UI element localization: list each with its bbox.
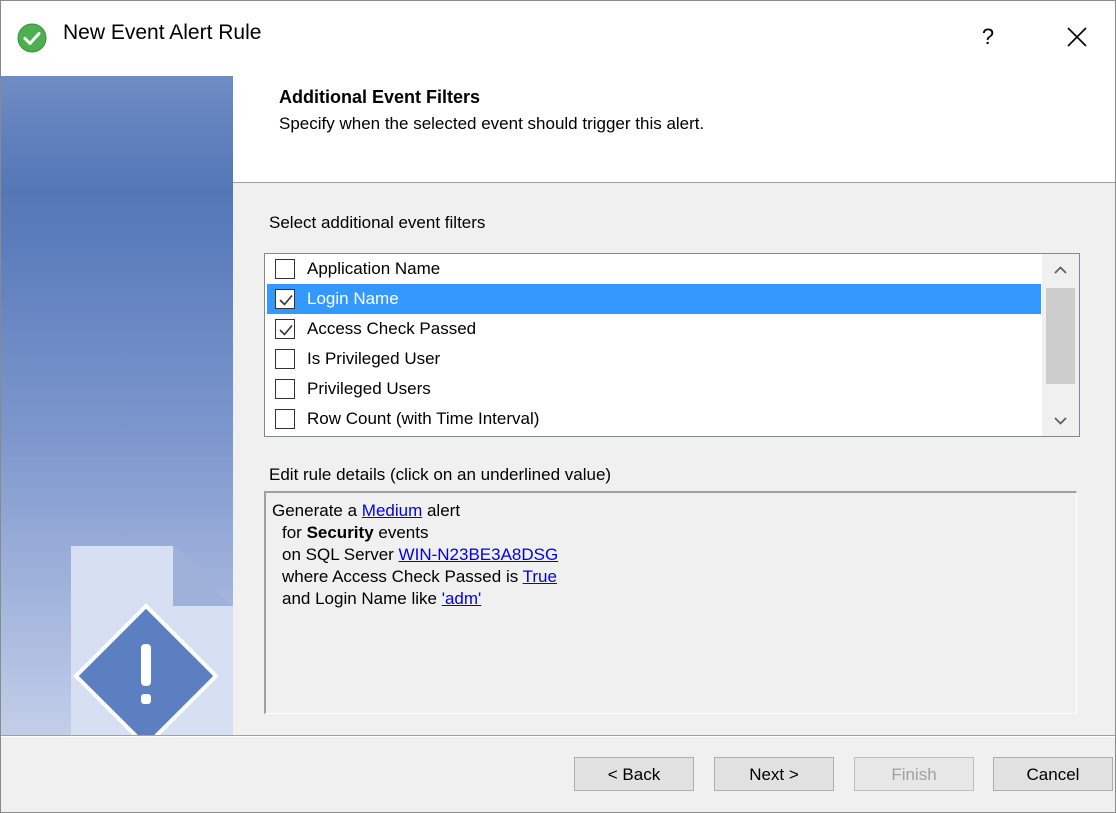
filter-item-is-privileged-user[interactable]: Is Privileged User (267, 344, 1041, 374)
rule-line-severity: Generate a Medium alert (272, 500, 1076, 522)
server-link[interactable]: WIN-N23BE3A8DSG (399, 545, 559, 564)
green-check-circle-icon (17, 23, 47, 53)
cancel-button[interactable]: Cancel (993, 757, 1113, 791)
title-bar: New Event Alert Rule ? (1, 1, 1115, 76)
rule-text: on SQL Server (282, 545, 399, 564)
filter-item-row-count[interactable]: Row Count (with Time Interval) (267, 404, 1041, 434)
filter-item-login-name[interactable]: Login Name (267, 284, 1041, 314)
help-icon: ? (981, 24, 995, 49)
filter-item-application-name[interactable]: Application Name (267, 254, 1041, 284)
severity-link[interactable]: Medium (362, 501, 422, 520)
finish-button[interactable]: Finish (854, 757, 974, 791)
filter-item-label: Application Name (307, 259, 441, 278)
filter-item-access-check-passed[interactable]: Access Check Passed (267, 314, 1041, 344)
filters-label: Select additional event filters (269, 213, 486, 232)
footer-separator (1, 735, 1115, 737)
rule-details-label: Edit rule details (click on an underline… (269, 465, 612, 484)
rule-text: where Access Check Passed is (282, 567, 523, 586)
rule-text: for (282, 523, 307, 542)
dialog-window: New Event Alert Rule ? Additional Event … (0, 0, 1116, 813)
event-type-value: Security (306, 523, 374, 542)
wizard-header: Additional Event Filters Specify when th… (233, 76, 1115, 183)
checkmark-icon (279, 294, 293, 306)
close-icon (1067, 27, 1087, 47)
rule-details-box[interactable]: Generate a Medium alert for Security eve… (264, 491, 1077, 714)
filter-item-label: Privileged Users (307, 379, 431, 398)
filter-checkbox[interactable] (275, 349, 295, 369)
filter-checkbox[interactable] (275, 289, 295, 309)
access-check-value-link[interactable]: True (523, 567, 557, 586)
rule-line-event-type: for Security events (272, 522, 1076, 544)
chevron-down-icon (1054, 417, 1067, 425)
rule-line-server: on SQL Server WIN-N23BE3A8DSG (272, 544, 1076, 566)
filter-checkbox[interactable] (275, 379, 295, 399)
login-name-value-link[interactable]: 'adm' (442, 589, 482, 608)
scroll-thumb[interactable] (1046, 288, 1075, 384)
filter-list-scrollbar[interactable] (1042, 254, 1079, 436)
wizard-banner (1, 76, 233, 736)
rule-text: events (373, 523, 429, 542)
page-title: Additional Event Filters (279, 87, 481, 107)
filter-item-label: Login Name (307, 289, 399, 308)
warning-document-icon (71, 546, 233, 736)
rule-text: alert (422, 501, 461, 520)
rule-text: and Login Name like (282, 589, 442, 608)
filter-checkbox[interactable] (275, 409, 295, 429)
rule-line-login-name: and Login Name like 'adm' (272, 588, 1076, 610)
filter-checkbox[interactable] (275, 319, 295, 339)
rule-line-access-check: where Access Check Passed is True (272, 566, 1076, 588)
next-button[interactable]: Next > (714, 757, 834, 791)
rule-text: Generate a (272, 501, 362, 520)
checkmark-icon (279, 324, 293, 336)
back-button[interactable]: < Back (574, 757, 694, 791)
help-button[interactable]: ? (966, 15, 1010, 59)
event-filter-list[interactable]: Application Name Login Name Access Check… (264, 253, 1080, 437)
scroll-down-button[interactable] (1042, 406, 1079, 436)
filter-item-label: Is Privileged User (307, 349, 441, 368)
banner-stripe (1, 76, 233, 194)
page-subtitle: Specify when the selected event should t… (279, 114, 705, 133)
chevron-up-icon (1054, 266, 1067, 274)
filter-item-privileged-users[interactable]: Privileged Users (267, 374, 1041, 404)
filter-item-label: Access Check Passed (307, 319, 477, 338)
window-title: New Event Alert Rule (63, 21, 262, 44)
filter-item-label: Row Count (with Time Interval) (307, 409, 540, 428)
scroll-up-button[interactable] (1042, 254, 1079, 284)
close-button[interactable] (1051, 15, 1101, 59)
filter-checkbox[interactable] (275, 259, 295, 279)
